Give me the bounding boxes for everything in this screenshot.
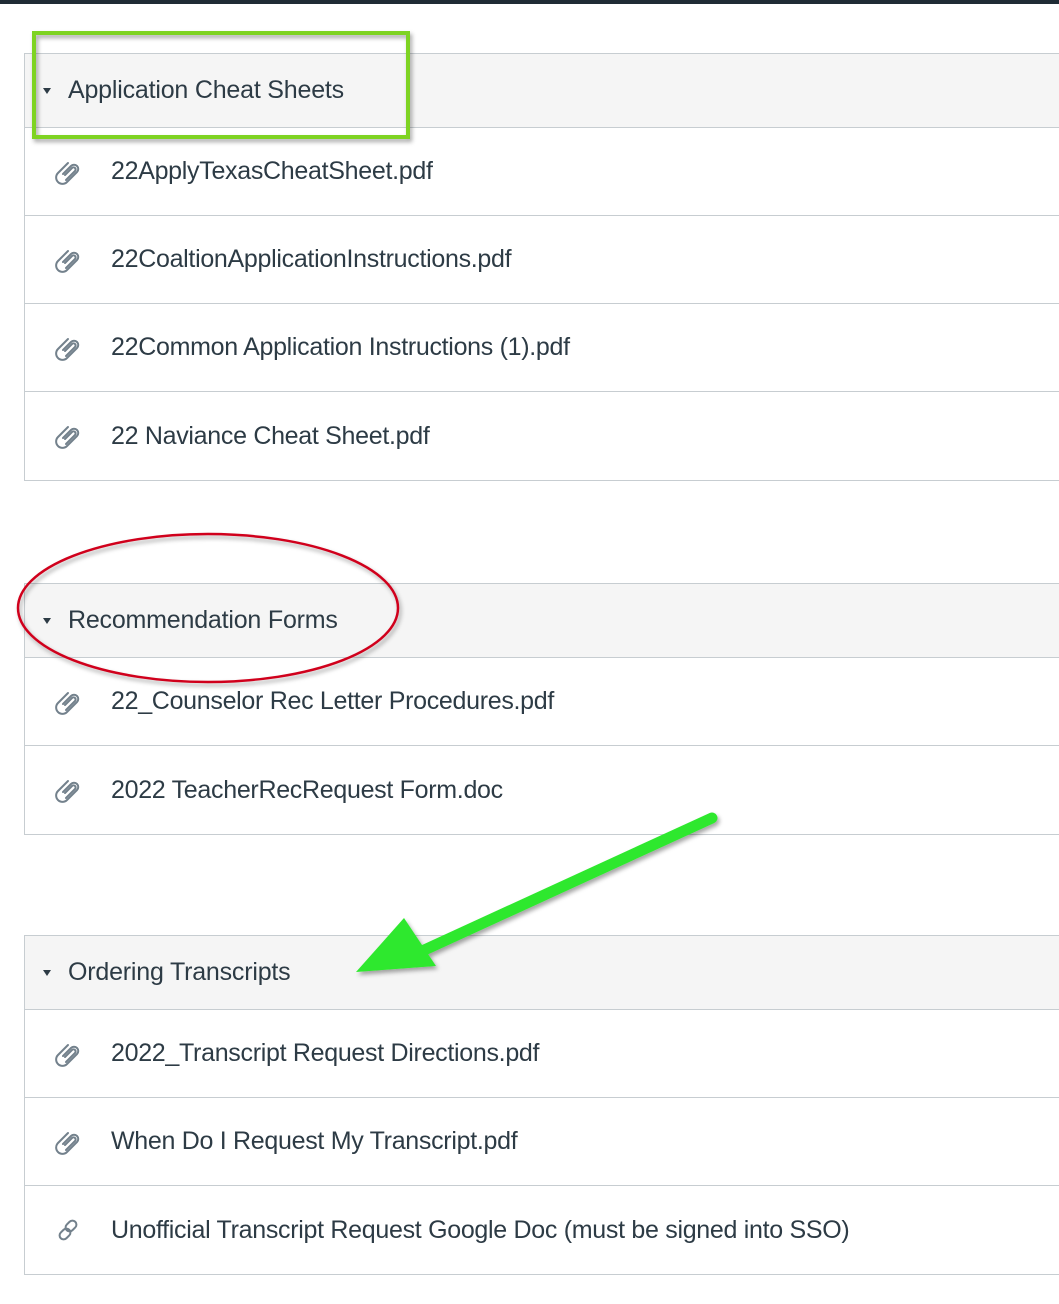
module-item[interactable]: Unofficial Transcript Request Google Doc…: [25, 1186, 1059, 1274]
caret-down-icon[interactable]: [43, 617, 51, 624]
module-item[interactable]: When Do I Request My Transcript.pdf: [25, 1098, 1059, 1186]
module-header[interactable]: Application Cheat Sheets: [25, 54, 1059, 128]
module-item-link[interactable]: 22ApplyTexasCheatSheet.pdf: [111, 157, 433, 186]
module-item[interactable]: 2022 TeacherRecRequest Form.doc: [25, 746, 1059, 834]
paperclip-icon: [53, 687, 83, 717]
caret-down-icon[interactable]: [43, 87, 51, 94]
module-item[interactable]: 22CoaltionApplicationInstructions.pdf: [25, 216, 1059, 304]
paperclip-icon: [53, 421, 83, 451]
module-item-link[interactable]: 22Common Application Instructions (1).pd…: [111, 333, 570, 362]
module-item-link[interactable]: When Do I Request My Transcript.pdf: [111, 1127, 518, 1156]
module-item[interactable]: 2022_Transcript Request Directions.pdf: [25, 1010, 1059, 1098]
paperclip-icon: [53, 775, 83, 805]
module-item-link[interactable]: 22_Counselor Rec Letter Procedures.pdf: [111, 687, 554, 716]
paperclip-icon: [53, 1039, 83, 1069]
module-item-link[interactable]: Unofficial Transcript Request Google Doc…: [111, 1216, 850, 1245]
paperclip-icon: [53, 157, 83, 187]
module-title: Ordering Transcripts: [68, 958, 291, 986]
module-ordering-transcripts: Ordering Transcripts 2022_Transcript Req…: [24, 935, 1059, 1275]
module-item[interactable]: 22ApplyTexasCheatSheet.pdf: [25, 128, 1059, 216]
module-header[interactable]: Recommendation Forms: [25, 584, 1059, 658]
module-title: Recommendation Forms: [68, 606, 338, 634]
paperclip-icon: [53, 245, 83, 275]
module-item-link[interactable]: 2022_Transcript Request Directions.pdf: [111, 1039, 539, 1068]
link-icon: [53, 1215, 83, 1245]
module-item[interactable]: 22Common Application Instructions (1).pd…: [25, 304, 1059, 392]
module-header[interactable]: Ordering Transcripts: [25, 936, 1059, 1010]
module-item-link[interactable]: 22CoaltionApplicationInstructions.pdf: [111, 245, 512, 274]
module-item-link[interactable]: 22 Naviance Cheat Sheet.pdf: [111, 422, 430, 451]
module-item-link[interactable]: 2022 TeacherRecRequest Form.doc: [111, 776, 503, 805]
top-strip: [0, 0, 1059, 4]
caret-down-icon[interactable]: [43, 969, 51, 976]
module-title: Application Cheat Sheets: [68, 76, 344, 104]
module-item[interactable]: 22 Naviance Cheat Sheet.pdf: [25, 392, 1059, 480]
module-recommendation-forms: Recommendation Forms 22_Counselor Rec Le…: [24, 583, 1059, 835]
module-application-cheat-sheets: Application Cheat Sheets 22ApplyTexasChe…: [24, 53, 1059, 481]
paperclip-icon: [53, 333, 83, 363]
paperclip-icon: [53, 1127, 83, 1157]
module-item[interactable]: 22_Counselor Rec Letter Procedures.pdf: [25, 658, 1059, 746]
